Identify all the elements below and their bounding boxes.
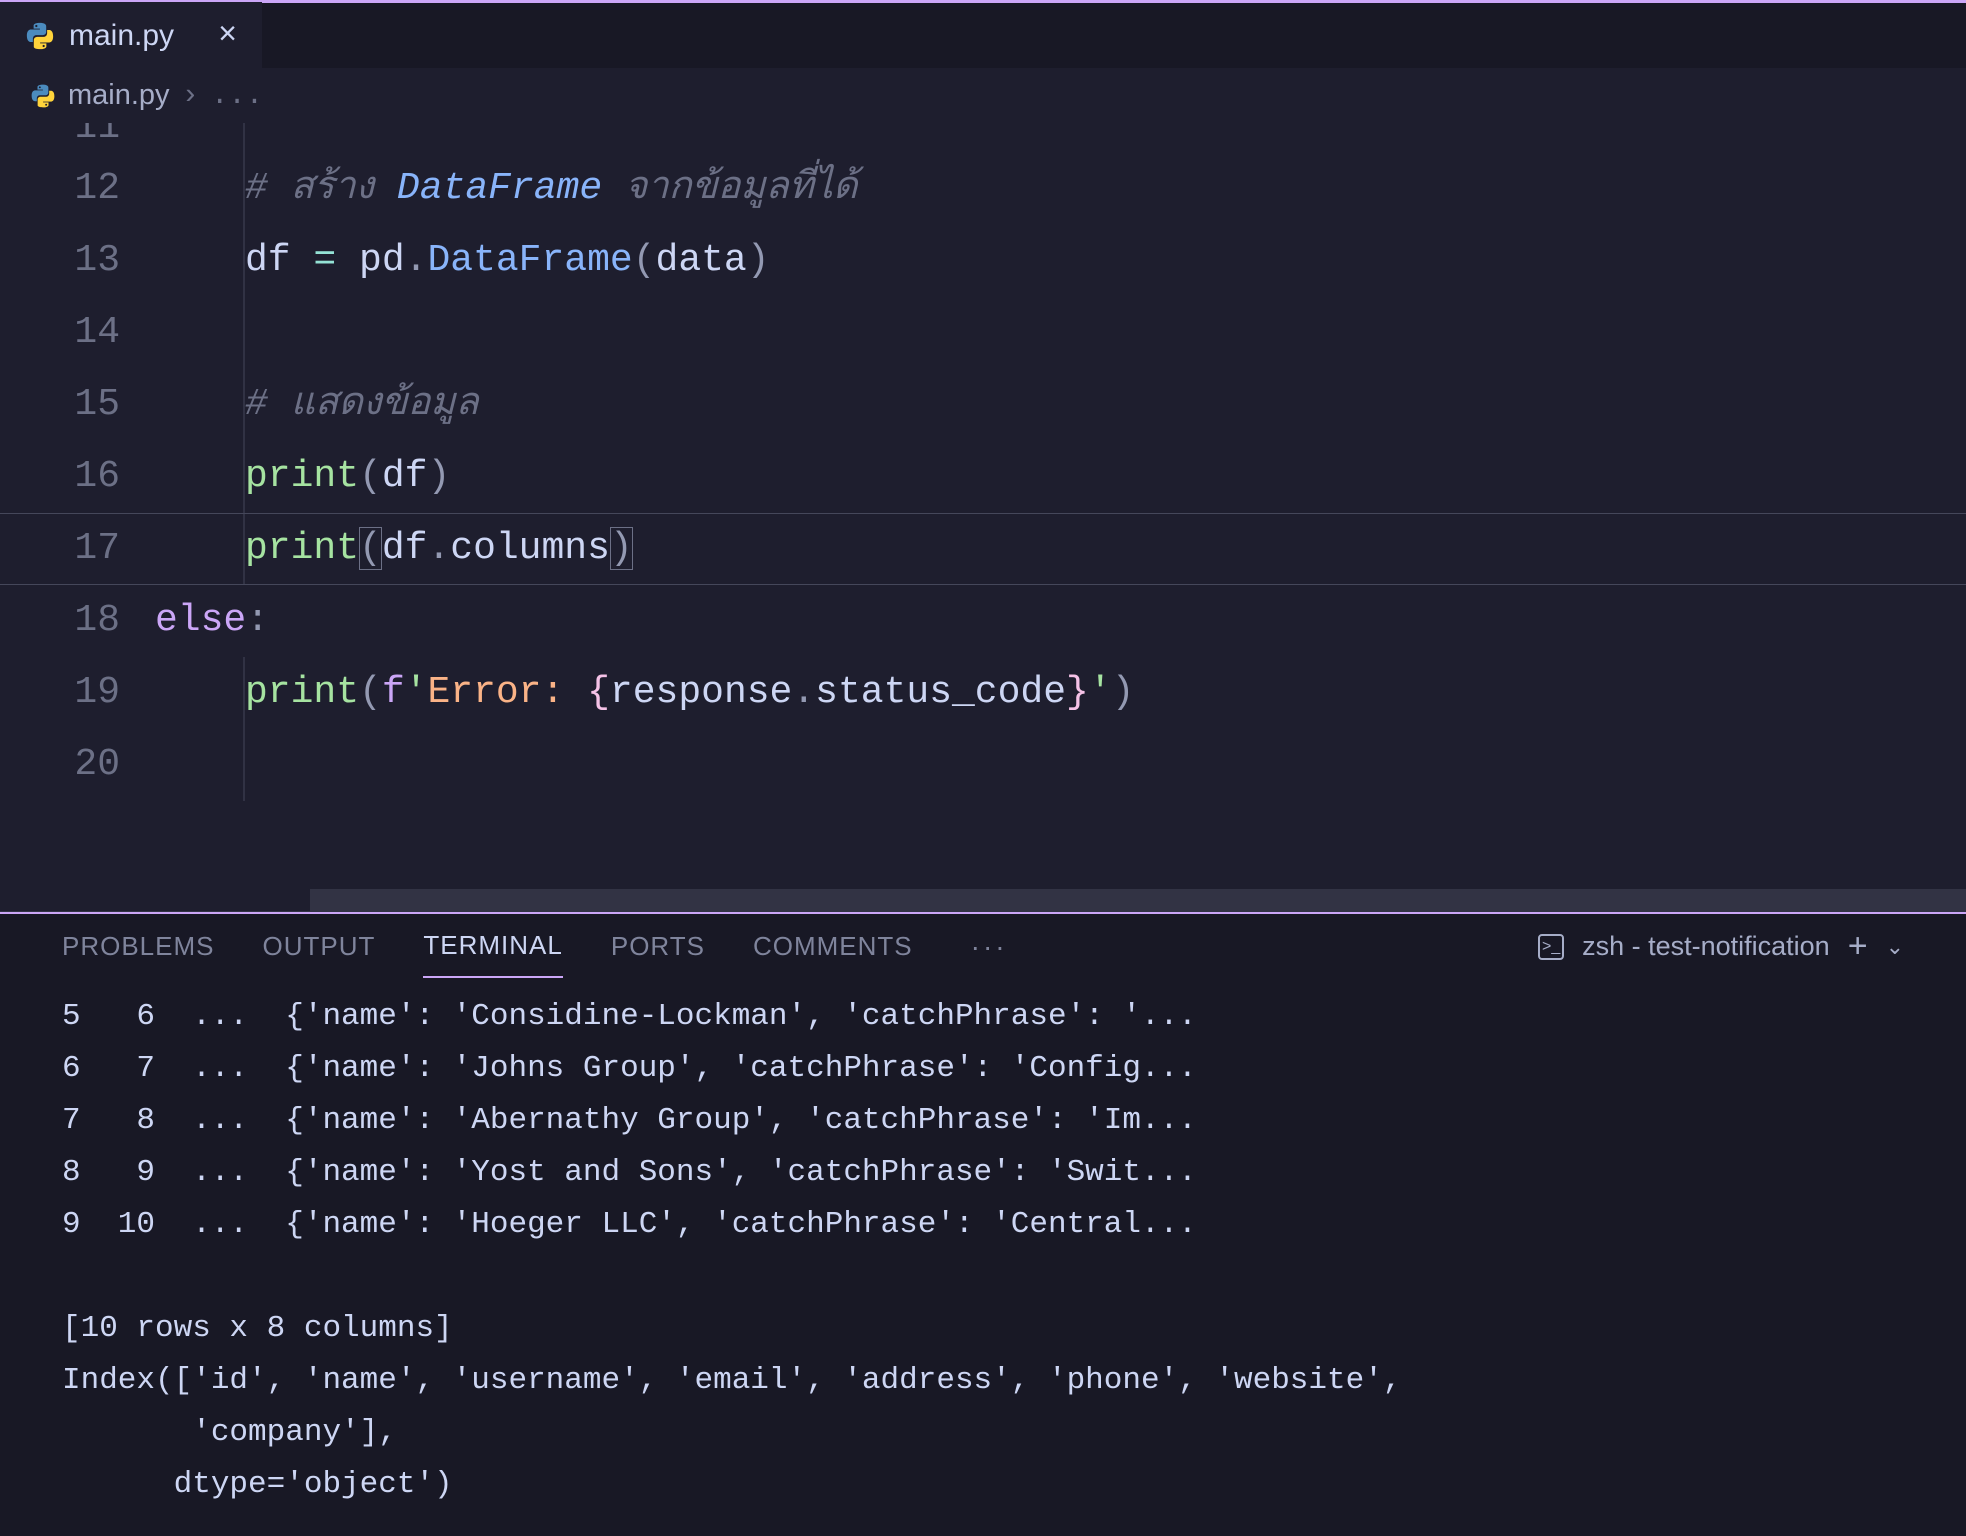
terminal-output[interactable]: 5 6 ... {'name': 'Considine-Lockman', 'c… bbox=[0, 979, 1966, 1536]
code-line[interactable]: # สร้าง DataFrame จากข้อมูลที่ได้ bbox=[155, 153, 1966, 225]
code-line[interactable]: else: bbox=[155, 585, 1966, 657]
line-number: 17 bbox=[0, 513, 120, 585]
more-icon[interactable]: ··· bbox=[971, 931, 1008, 963]
code-line[interactable] bbox=[155, 297, 1966, 369]
chevron-down-icon[interactable]: ⌄ bbox=[1886, 934, 1904, 960]
line-number: 12 bbox=[0, 153, 120, 225]
line-number: 20 bbox=[0, 729, 120, 801]
tab-ports[interactable]: PORTS bbox=[611, 916, 705, 977]
tab-bar: main.py × bbox=[0, 0, 1966, 68]
line-number: 16 bbox=[0, 441, 120, 513]
close-icon[interactable]: × bbox=[218, 17, 237, 54]
line-number: 15 bbox=[0, 369, 120, 441]
python-icon bbox=[25, 21, 55, 51]
tab-filename: main.py bbox=[69, 19, 174, 53]
terminal-selector: >_ zsh - test-notification + ⌄ bbox=[1538, 927, 1904, 966]
line-number: 11 bbox=[0, 123, 120, 153]
line-number: 14 bbox=[0, 297, 120, 369]
code-line[interactable]: # แสดงข้อมูล bbox=[155, 369, 1966, 441]
code-line[interactable] bbox=[155, 729, 1966, 801]
tab-comments[interactable]: COMMENTS bbox=[753, 916, 913, 977]
terminal-name[interactable]: zsh - test-notification bbox=[1582, 931, 1830, 962]
code-line[interactable] bbox=[155, 123, 1966, 153]
panel-tabs: PROBLEMS OUTPUT TERMINAL PORTS COMMENTS … bbox=[0, 914, 1966, 979]
code-line[interactable]: print(f'Error: {response.status_code}') bbox=[155, 657, 1966, 729]
python-icon bbox=[30, 83, 56, 109]
line-number: 18 bbox=[0, 585, 120, 657]
tab-problems[interactable]: PROBLEMS bbox=[62, 916, 215, 977]
line-number-gutter: 11121314151617181920 bbox=[0, 123, 155, 911]
tab-terminal[interactable]: TERMINAL bbox=[423, 915, 562, 978]
line-number: 13 bbox=[0, 225, 120, 297]
code-line[interactable]: print(df) bbox=[155, 441, 1966, 513]
horizontal-scrollbar[interactable] bbox=[310, 889, 1966, 911]
code-line[interactable]: print(df.columns) bbox=[155, 513, 1966, 585]
breadcrumb-more[interactable]: ... bbox=[211, 79, 263, 112]
breadcrumb: main.py › ... bbox=[0, 68, 1966, 123]
terminal-icon: >_ bbox=[1538, 934, 1564, 960]
line-number: 19 bbox=[0, 657, 120, 729]
chevron-right-icon: › bbox=[182, 79, 199, 112]
file-tab[interactable]: main.py × bbox=[0, 2, 262, 70]
code-area[interactable]: # สร้าง DataFrame จากข้อมูลที่ได้df = pd… bbox=[155, 123, 1966, 911]
tab-output[interactable]: OUTPUT bbox=[263, 916, 376, 977]
code-line[interactable]: df = pd.DataFrame(data) bbox=[155, 225, 1966, 297]
breadcrumb-filename[interactable]: main.py bbox=[68, 79, 170, 112]
new-terminal-icon[interactable]: + bbox=[1848, 927, 1868, 966]
bottom-panel: PROBLEMS OUTPUT TERMINAL PORTS COMMENTS … bbox=[0, 911, 1966, 1536]
code-editor[interactable]: 11121314151617181920 # สร้าง DataFrame จ… bbox=[0, 123, 1966, 911]
